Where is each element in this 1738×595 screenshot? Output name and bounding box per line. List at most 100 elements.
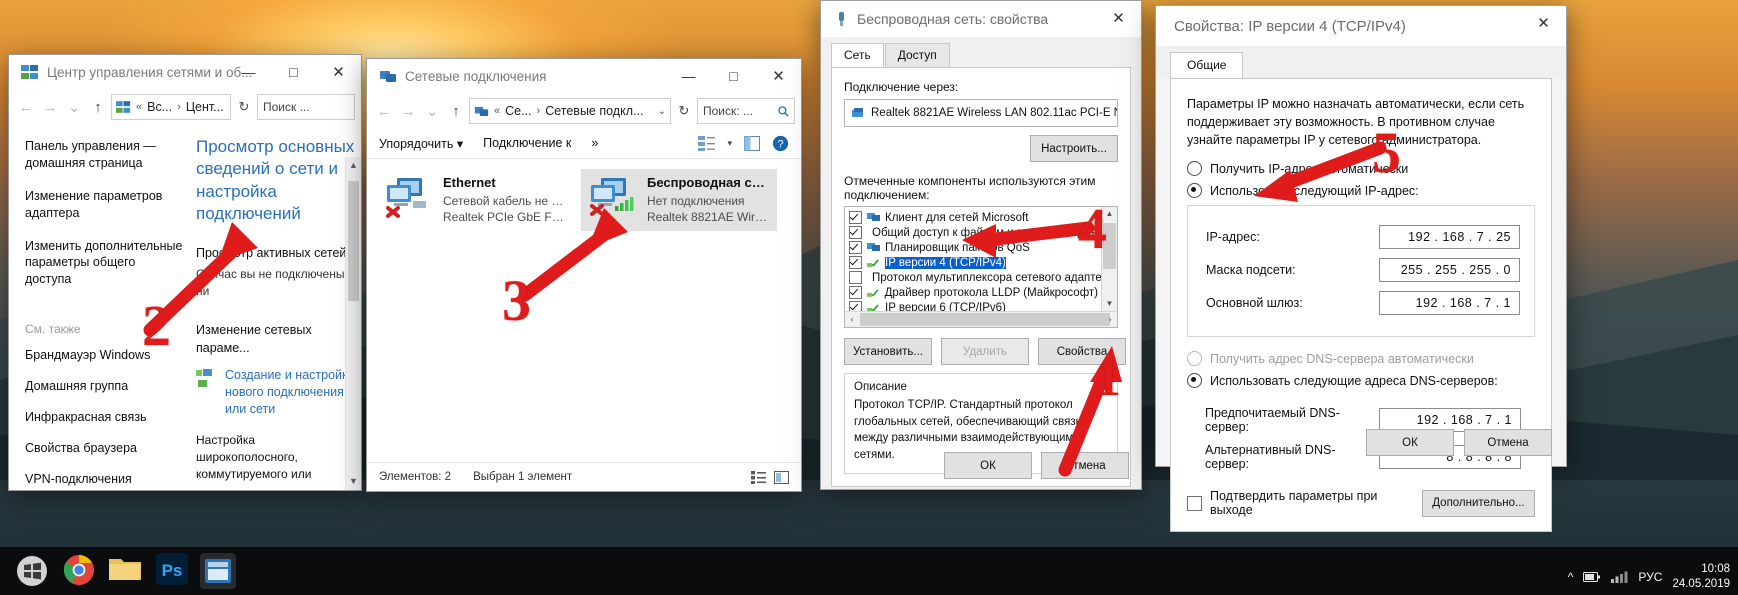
- component-row[interactable]: Планировщик пакетов QoS: [845, 240, 1102, 255]
- components-listbox[interactable]: Клиент для сетей Microsoft Общий доступ …: [844, 206, 1118, 328]
- subnet-mask-field-row[interactable]: Маска подсети: 255 . 255 . 255 . 0: [1206, 258, 1520, 283]
- preview-pane-icon[interactable]: [744, 135, 760, 151]
- view-layout-icon[interactable]: [698, 135, 716, 151]
- breadcrumb-dropdown-icon[interactable]: ⌄: [229, 102, 230, 113]
- window1-recent-button[interactable]: ⌄: [63, 98, 85, 116]
- see-also-homegroup-link[interactable]: Домашняя группа: [25, 379, 184, 393]
- tray-language-indicator[interactable]: РУС: [1638, 570, 1662, 584]
- see-also-firewall-link[interactable]: Брандмауэр Windows: [25, 348, 184, 362]
- window1-controls[interactable]: — □ ✕: [226, 55, 361, 89]
- component-row[interactable]: IP версии 6 (TCP/IPv6): [845, 300, 1102, 311]
- uninstall-button[interactable]: Удалить: [941, 338, 1029, 365]
- window2-breadcrumb[interactable]: « Се... › Сетевые подкл... ⌄: [469, 98, 671, 124]
- taskbar[interactable]: Ps ^ РУС 10:08 24.05.2019: [0, 547, 1738, 595]
- validate-settings-checkbox[interactable]: [1187, 495, 1202, 511]
- window2-titlebar[interactable]: Сетевые подключения — □ ✕: [367, 59, 801, 94]
- tiles-view-icon[interactable]: [774, 470, 789, 484]
- component-row[interactable]: Драйвер протокола LLDP (Майкрософт): [845, 285, 1102, 300]
- properties-button[interactable]: Свойства: [1038, 338, 1126, 365]
- component-checkbox[interactable]: [849, 256, 862, 269]
- component-checkbox[interactable]: [849, 301, 862, 311]
- window3-tabstrip[interactable]: Сеть Доступ: [821, 37, 1141, 67]
- wireless-properties-dialog[interactable]: Беспроводная сеть: свойства ✕ Сеть Досту…: [820, 0, 1142, 490]
- window2-toolbar[interactable]: Упорядочить ▾ Подключение к » ▾ ?: [367, 128, 801, 159]
- scroll-down-arrow-icon[interactable]: ▼: [346, 473, 361, 490]
- window2-forward-button[interactable]: →: [397, 103, 419, 120]
- breadcrumb-item-2[interactable]: Цент...: [186, 100, 224, 114]
- control-panel-home-link[interactable]: Панель управления — домашняя страница: [25, 138, 184, 172]
- windows-start-icon[interactable]: [14, 553, 50, 589]
- breadcrumb-item-1[interactable]: Вс...: [147, 100, 172, 114]
- window1-refresh-button[interactable]: ↻: [233, 99, 255, 115]
- ipv4-component-row[interactable]: IP версии 4 (TCP/IPv4): [845, 255, 1102, 270]
- system-tray[interactable]: ^ РУС 10:08 24.05.2019: [1568, 562, 1730, 591]
- component-row[interactable]: Общий доступ к файлам и принтерам для се…: [845, 225, 1102, 240]
- components-scroll-up-icon[interactable]: ▲: [1102, 207, 1117, 221]
- window1-navbar[interactable]: ← → ⌄ ↑ « Вс... › Цент... ⌄ ↻ Поиск ...: [9, 90, 361, 124]
- window1-search-box[interactable]: Поиск ...: [257, 94, 355, 120]
- obtain-ip-automatically-radio[interactable]: Получить IP-адрес автоматически: [1187, 161, 1535, 177]
- window3-cancel-button[interactable]: Отмена: [1041, 452, 1129, 479]
- photoshop-icon[interactable]: Ps: [156, 553, 192, 589]
- tab-general[interactable]: Общие: [1170, 52, 1244, 78]
- advanced-button[interactable]: Дополнительно...: [1421, 489, 1535, 517]
- window2-breadcrumb-item-1[interactable]: Се...: [505, 104, 531, 118]
- window1-maximize-button[interactable]: □: [271, 55, 316, 89]
- window2-breadcrumb-dropdown-icon[interactable]: ⌄: [658, 106, 666, 117]
- tab-sharing[interactable]: Доступ: [884, 43, 950, 67]
- window4-ok-button[interactable]: ОК: [1366, 429, 1454, 456]
- window3-titlebar[interactable]: Беспроводная сеть: свойства ✕: [821, 1, 1141, 37]
- component-checkbox[interactable]: [849, 271, 862, 284]
- component-checkbox[interactable]: [849, 286, 862, 299]
- window2-navbar[interactable]: ← → ⌄ ↑ « Се... › Сетевые подкл... ⌄ ↻ П…: [367, 94, 801, 128]
- scroll-up-arrow-icon[interactable]: ▲: [346, 157, 361, 174]
- components-scroll-down-icon[interactable]: ▼: [1102, 297, 1117, 311]
- change-adapter-settings-link[interactable]: Изменение параметров адаптера: [25, 188, 184, 222]
- window2-recent-button[interactable]: ⌄: [421, 102, 443, 120]
- window3-close-button[interactable]: ✕: [1096, 1, 1141, 35]
- window3-ok-button[interactable]: ОК: [944, 452, 1032, 479]
- window1-breadcrumb[interactable]: « Вс... › Цент... ⌄: [111, 94, 231, 120]
- window2-back-button[interactable]: ←: [373, 103, 395, 120]
- network-icon[interactable]: [1611, 570, 1628, 584]
- ethernet-connection-item[interactable]: Ethernet Сетевой кабель не подк... Realt…: [377, 169, 573, 231]
- window2-up-button[interactable]: ↑: [445, 103, 467, 120]
- window2-minimize-button[interactable]: —: [666, 59, 711, 93]
- file-explorer-icon[interactable]: [108, 553, 144, 589]
- create-new-connection-link[interactable]: Создание и настройка нового подключения …: [225, 367, 355, 418]
- window2-maximize-button[interactable]: □: [711, 59, 756, 93]
- window2-breadcrumb-item-2[interactable]: Сетевые подкл...: [545, 104, 643, 118]
- see-also-vpn-link[interactable]: VPN-подключения: [25, 472, 184, 486]
- window4-cancel-button[interactable]: Отмена: [1464, 429, 1552, 456]
- tray-chevron-icon[interactable]: ^: [1568, 570, 1574, 584]
- window4-close-button[interactable]: ✕: [1521, 6, 1566, 40]
- battery-icon[interactable]: [1583, 570, 1601, 584]
- window1-minimize-button[interactable]: —: [226, 55, 271, 89]
- window2-search-box[interactable]: Поиск: ...: [697, 98, 795, 124]
- window2-close-button[interactable]: ✕: [756, 59, 801, 93]
- window2-controls[interactable]: — □ ✕: [666, 59, 801, 93]
- change-advanced-sharing-link[interactable]: Изменить дополнительные параметры общего…: [25, 238, 184, 289]
- use-following-ip-radio[interactable]: Использовать следующий IP-адрес:: [1187, 183, 1535, 199]
- window4-titlebar[interactable]: Свойства: IP версии 4 (TCP/IPv4) ✕: [1156, 6, 1566, 46]
- obtain-dns-automatically-radio[interactable]: Получить адрес DNS-сервера автоматически: [1187, 351, 1535, 367]
- component-checkbox[interactable]: [849, 226, 862, 239]
- component-row[interactable]: Клиент для сетей Microsoft: [845, 210, 1102, 225]
- scroll-thumb[interactable]: [348, 181, 359, 301]
- window2-refresh-button[interactable]: ↻: [673, 103, 695, 119]
- ip-address-field-row[interactable]: IP-адрес: 192 . 168 . 7 . 25: [1206, 225, 1520, 250]
- component-checkbox[interactable]: [849, 211, 862, 224]
- wireless-connection-item[interactable]: Беспроводная сеть Нет подключения Realte…: [581, 169, 777, 232]
- components-scroll-right-icon[interactable]: ›: [1103, 312, 1117, 327]
- help-icon[interactable]: ?: [772, 135, 789, 152]
- window1-titlebar[interactable]: Центр управления сетями и об... — □ ✕: [9, 55, 361, 90]
- window1-close-button[interactable]: ✕: [316, 55, 361, 89]
- default-gateway-input[interactable]: 192 . 168 . 7 . 1: [1378, 291, 1520, 316]
- app-icon[interactable]: [200, 553, 236, 589]
- window1-forward-button[interactable]: →: [39, 99, 61, 116]
- components-hscroll-thumb[interactable]: [860, 313, 1110, 326]
- component-checkbox[interactable]: [849, 241, 862, 254]
- see-also-infrared-link[interactable]: Инфракрасная связь: [25, 410, 184, 424]
- window1-up-button[interactable]: ↑: [87, 99, 109, 116]
- install-button[interactable]: Установить...: [844, 338, 932, 365]
